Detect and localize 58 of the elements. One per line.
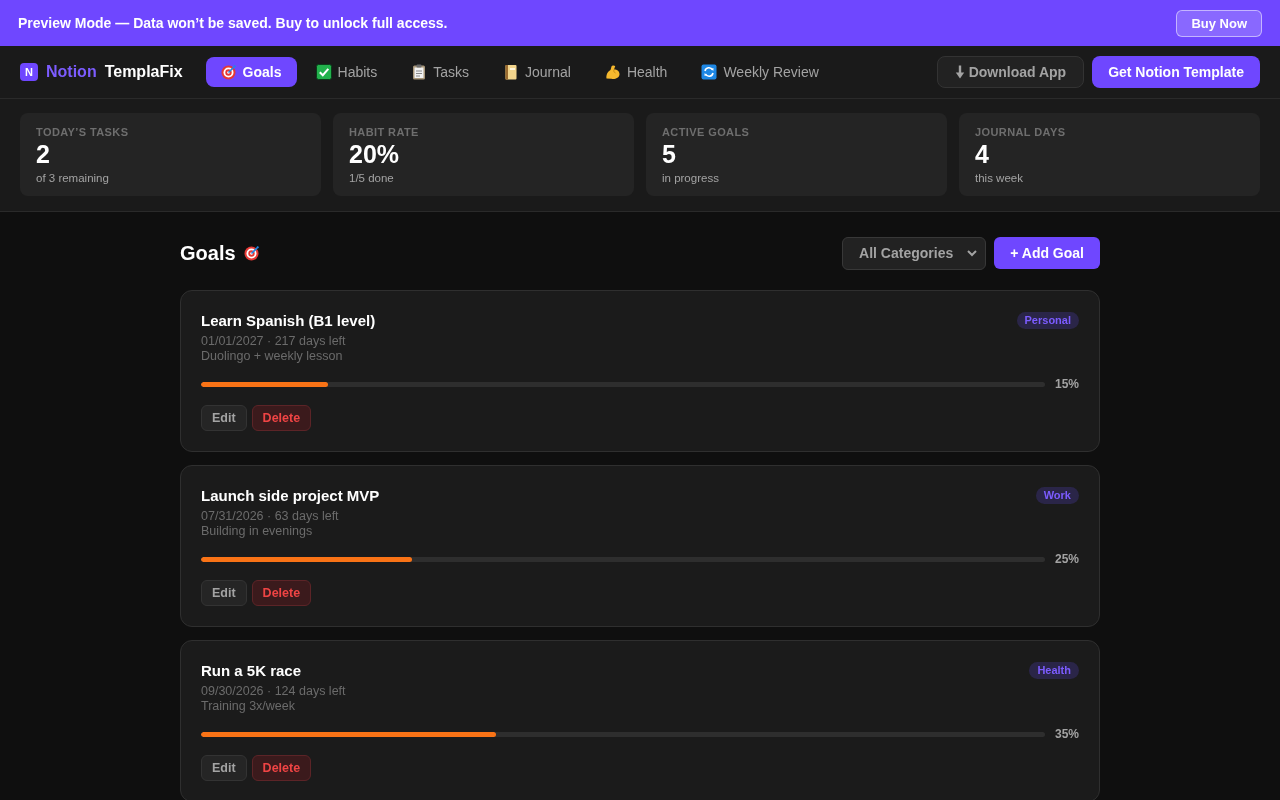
stat-caption: 1/5 done [349,171,395,185]
cycle-arrows-icon [701,64,718,80]
stat-label: ACTIVE GOALS [662,126,751,139]
nav-tab[interactable]: Health [589,57,683,87]
nav-tab[interactable]: Tasks [396,57,484,87]
stat-value: 20% [349,140,401,169]
delete-button[interactable]: Delete [251,755,312,781]
goal-title: Launch side project MVP [201,486,380,506]
category-select[interactable]: All Categories [842,236,987,270]
target-icon [243,245,260,261]
notebook-icon [503,64,519,80]
stat-caption: of 3 remaining [36,171,110,185]
brand-suffix: TemplaFix [104,63,183,81]
goal-note: Building in evenings [201,524,314,539]
goal-due-date: 01/01/2027 · 217 days left [201,334,347,349]
category-tag: Work [1035,487,1079,504]
delete-button[interactable]: Delete [251,580,312,606]
edit-button[interactable]: Edit [201,580,247,606]
edit-button[interactable]: Edit [201,405,247,431]
target-icon [220,64,237,80]
down-arrow-icon [954,65,965,79]
banner-message: Preview Mode — Data won’t be saved. Buy to unlock full access. [18,15,448,31]
section-title: Goals [180,241,236,265]
stat-value: 4 [975,140,990,169]
template-button[interactable]: Get Notion Template [1092,56,1260,88]
nav-tab[interactable]: Journal [488,57,586,87]
goal-due-date: 09/30/2026 · 124 days left [201,684,347,699]
delete-button[interactable]: Delete [251,405,312,431]
brand-name: Notion [46,63,97,81]
stat-caption: this week [975,171,1024,185]
category-tag: Health [1029,662,1079,679]
edit-button[interactable]: Edit [201,755,247,781]
goal-note: Training 3x/week [201,699,297,714]
stat-value: 2 [36,140,51,169]
progress-percent: 35% [1054,727,1079,741]
stat-label: TODAY’S TASKS [36,126,130,139]
nav-tab[interactable]: Weekly Review [686,57,834,87]
buy-now-button[interactable]: Buy Now [1176,9,1262,37]
logo-mark: N [20,63,38,81]
flexed-arm-icon [604,64,621,80]
download-button[interactable]: Download App [936,56,1085,88]
goal-note: Duolingo + weekly lesson [201,349,344,364]
nav-tab[interactable]: Goals [205,57,297,87]
stat-value: 5 [662,140,677,169]
add-goal-button[interactable]: + Add Goal [994,237,1100,269]
clipboard-icon [411,64,428,80]
progress-percent: 15% [1054,377,1079,391]
stat-label: JOURNAL DAYS [975,126,1067,139]
nav-tab[interactable]: Habits [300,57,393,87]
goal-title: Run a 5K race [201,661,302,681]
checkbox-icon [315,64,332,80]
goal-title: Learn Spanish (B1 level) [201,311,376,331]
stat-label: HABIT RATE [349,126,420,139]
goal-due-date: 07/31/2026 · 63 days left [201,509,340,524]
progress-percent: 25% [1054,552,1079,566]
chevron-down-icon [967,249,978,257]
category-tag: Personal [1016,312,1079,329]
stat-caption: in progress [662,171,720,185]
